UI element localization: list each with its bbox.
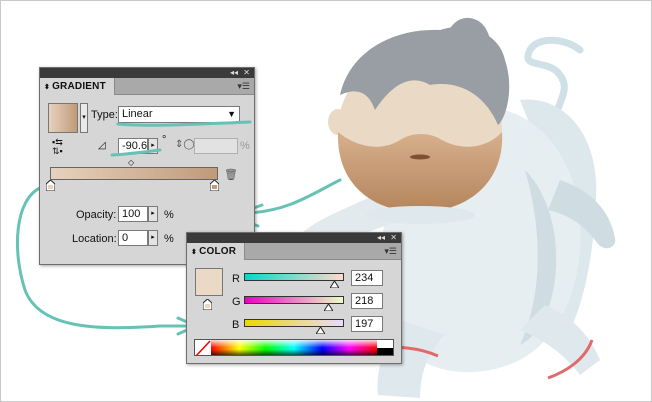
gradient-preview-dropdown[interactable]: ▾ — [80, 103, 88, 133]
midpoint-diamond-icon[interactable]: ◇ — [128, 158, 134, 167]
panel-menu-icon[interactable]: ▾☰ — [384, 246, 397, 257]
g-slider-thumb[interactable] — [324, 304, 333, 311]
fill-color-swatch[interactable] — [195, 268, 223, 296]
tab-toggle-icon[interactable]: ⬍ — [191, 249, 197, 256]
black-swatch[interactable] — [377, 348, 393, 355]
location-unit: % — [164, 233, 174, 245]
angle-input[interactable]: -90.6 — [118, 138, 148, 154]
degree-symbol: ° — [162, 134, 167, 146]
angle-stepper[interactable]: ▸ — [148, 138, 158, 154]
astronaut-mouth — [410, 154, 430, 160]
location-stepper[interactable]: ▸ — [148, 230, 158, 246]
trash-icon[interactable]: 🗑 — [224, 168, 238, 181]
color-panel-dragbar[interactable]: ◂◂ ✕ — [187, 233, 401, 243]
g-value-input[interactable]: 218 — [351, 293, 383, 309]
tab-toggle-icon[interactable]: ⬍ — [44, 84, 50, 91]
opacity-input[interactable]: 100 — [118, 206, 148, 222]
r-label: R — [232, 273, 240, 285]
close-icon[interactable]: ✕ — [243, 68, 250, 78]
aspect-unit: % — [240, 140, 250, 152]
tab-color[interactable]: ⬍ COLOR — [187, 243, 246, 260]
collapse-icon[interactable]: ◂◂ — [230, 68, 238, 78]
collapse-icon[interactable]: ◂◂ — [377, 233, 385, 243]
reverse-gradient-icon[interactable]: ▪⇆ ⇅▪ — [52, 138, 63, 156]
b-value-input[interactable]: 197 — [351, 316, 383, 332]
b-label: B — [232, 319, 240, 331]
aspect-ratio-icon: ⇕◯ — [175, 139, 195, 150]
chevron-down-icon: ▼ — [227, 109, 236, 119]
angle-icon: ◿ — [98, 140, 106, 151]
gradient-type-select[interactable]: Linear ▼ — [118, 106, 240, 123]
location-input[interactable]: 0 — [118, 230, 148, 246]
opacity-label: Opacity: — [76, 209, 117, 221]
none-color-swatch[interactable] — [195, 340, 211, 355]
aspect-ratio-input — [194, 138, 238, 154]
gradient-preview-swatch[interactable] — [48, 103, 78, 133]
panel-menu-icon[interactable]: ▾☰ — [237, 81, 250, 92]
gradient-stop-indicator — [202, 298, 213, 311]
r-slider-thumb[interactable] — [330, 281, 339, 288]
white-swatch[interactable] — [377, 340, 393, 348]
b-slider-thumb[interactable] — [316, 327, 325, 334]
color-panel: ◂◂ ✕ ⬍ COLOR ▾☰ R 234 G 218 B 197 — [186, 232, 402, 364]
gradient-stop-right[interactable] — [209, 179, 220, 192]
r-slider-track[interactable] — [244, 273, 344, 281]
opacity-unit: % — [164, 209, 174, 221]
gradient-stop-left[interactable] — [45, 179, 56, 192]
b-slider-track[interactable] — [244, 319, 344, 327]
tab-gradient[interactable]: ⬍ GRADIENT — [40, 78, 115, 95]
color-spectrum[interactable] — [194, 339, 394, 356]
type-label: Type: — [91, 109, 118, 121]
gradient-panel-dragbar[interactable]: ◂◂ ✕ — [40, 68, 254, 78]
r-value-input[interactable]: 234 — [351, 270, 383, 286]
close-icon[interactable]: ✕ — [390, 233, 397, 243]
location-label: Location: — [72, 233, 117, 245]
astronaut-collar — [365, 206, 475, 224]
g-label: G — [232, 296, 241, 308]
spectrum-hue-bar[interactable] — [211, 340, 377, 355]
gradient-slider[interactable] — [50, 167, 218, 180]
opacity-stepper[interactable]: ▸ — [148, 206, 158, 222]
g-slider-track[interactable] — [244, 296, 344, 304]
